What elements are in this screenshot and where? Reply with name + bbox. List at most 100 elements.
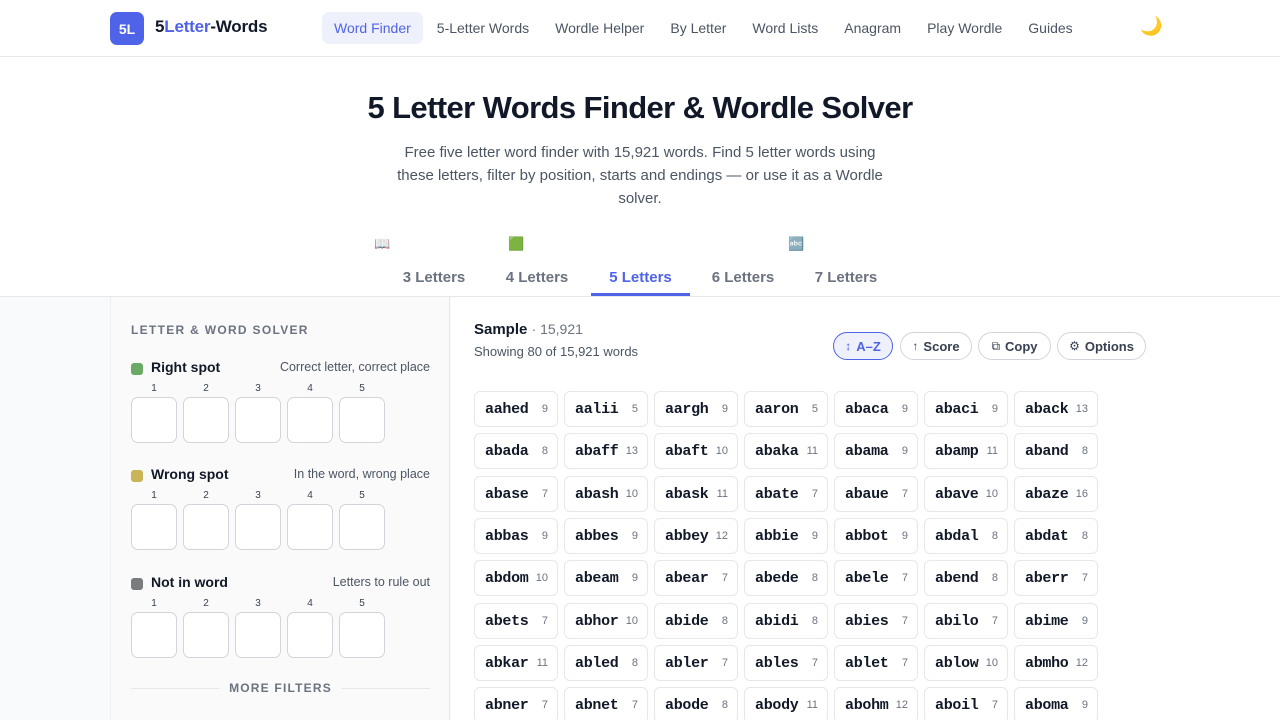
dark-mode-toggle-icon[interactable]: 🌙 <box>1140 16 1162 37</box>
tab-5-letters[interactable]: 5 Letters <box>591 258 690 296</box>
word-tile[interactable]: aboma 9 <box>1014 687 1098 720</box>
word-tile[interactable]: abaue 7 <box>834 475 918 512</box>
word-tile[interactable]: aahed 9 <box>474 391 558 427</box>
word-tile[interactable]: abner 7 <box>474 687 558 720</box>
word-tile[interactable]: abies 7 <box>834 602 918 639</box>
more-filters-divider[interactable]: MORE FILTERS <box>131 681 430 695</box>
word-tile[interactable]: abate 7 <box>744 475 828 512</box>
letter-input[interactable] <box>183 397 229 443</box>
word-tile[interactable]: abler 7 <box>654 644 738 681</box>
nav-word-lists[interactable]: Word Lists <box>740 12 830 44</box>
more-filters-label[interactable]: MORE FILTERS <box>219 681 342 695</box>
word-tile[interactable]: abidi 8 <box>744 602 828 639</box>
letter-input[interactable] <box>131 612 177 658</box>
word-tile[interactable]: aargh 9 <box>654 391 738 427</box>
tab-7-letters[interactable]: 7 Letters <box>807 258 885 296</box>
word-tile[interactable]: ablet 7 <box>834 644 918 681</box>
word-tile[interactable]: abhor 10 <box>564 602 648 639</box>
word-tile[interactable]: abilo 7 <box>924 602 1008 639</box>
nav-5-letter-words[interactable]: 5-Letter Words <box>425 12 541 44</box>
word-text: aband <box>1025 443 1069 461</box>
word-tile[interactable]: abaca 9 <box>834 391 918 427</box>
word-tile[interactable]: abide 8 <box>654 602 738 639</box>
word-tile[interactable]: abamp 11 <box>924 433 1008 470</box>
word-tile[interactable]: abdat 8 <box>1014 517 1098 554</box>
word-tile[interactable]: abash 10 <box>564 475 648 512</box>
word-tile[interactable]: abele 7 <box>834 560 918 597</box>
word-tile[interactable]: abled 8 <box>564 644 648 681</box>
sort-score-button[interactable]: ↑ Score <box>900 332 972 360</box>
word-tile[interactable]: abend 8 <box>924 560 1008 597</box>
word-tile[interactable]: abada 8 <box>474 433 558 470</box>
word-tile[interactable]: aback 13 <box>1014 391 1098 427</box>
word-text: abody <box>755 697 799 715</box>
word-tile[interactable]: abkar 11 <box>474 644 558 681</box>
word-tile[interactable]: abbas 9 <box>474 517 558 554</box>
letter-input[interactable] <box>131 397 177 443</box>
nav-guides[interactable]: Guides <box>1016 12 1084 44</box>
tab-4-letters[interactable]: 4 Letters <box>498 258 576 296</box>
logo-badge[interactable]: 5L <box>110 12 144 45</box>
word-tile[interactable]: abaci 9 <box>924 391 1008 427</box>
copy-button[interactable]: ⧉ Copy <box>978 332 1051 360</box>
nav-wordle-helper[interactable]: Wordle Helper <box>543 12 656 44</box>
word-tile[interactable]: abeam 9 <box>564 560 648 597</box>
word-tile[interactable]: abede 8 <box>744 560 828 597</box>
word-tile[interactable]: abaft 10 <box>654 433 738 470</box>
word-tile[interactable]: ablow 10 <box>924 644 1008 681</box>
letter-input[interactable] <box>339 504 385 550</box>
letter-input[interactable] <box>235 397 281 443</box>
word-tile[interactable]: abask 11 <box>654 475 738 512</box>
word-tile[interactable]: abama 9 <box>834 433 918 470</box>
word-tile[interactable]: aboil 7 <box>924 687 1008 720</box>
letter-input[interactable] <box>235 612 281 658</box>
letter-input[interactable] <box>183 612 229 658</box>
letter-input[interactable] <box>183 504 229 550</box>
options-button[interactable]: ⚙ Options <box>1057 332 1146 360</box>
word-tile[interactable]: abbie 9 <box>744 517 828 554</box>
letter-input[interactable] <box>235 504 281 550</box>
word-tile[interactable]: abaka 11 <box>744 433 828 470</box>
sort-az-button[interactable]: ↕ A–Z <box>833 332 893 360</box>
word-tile[interactable]: aband 8 <box>1014 433 1098 470</box>
letter-input[interactable] <box>287 397 333 443</box>
word-tile[interactable]: abets 7 <box>474 602 558 639</box>
word-tile[interactable]: abdal 8 <box>924 517 1008 554</box>
word-tile[interactable]: abime 9 <box>1014 602 1098 639</box>
nav-by-letter[interactable]: By Letter <box>658 12 738 44</box>
word-tile[interactable]: abave 10 <box>924 475 1008 512</box>
tab-6-letters[interactable]: 6 Letters <box>704 258 782 296</box>
word-tile[interactable]: abbey 12 <box>654 517 738 554</box>
word-tile[interactable]: ables 7 <box>744 644 828 681</box>
word-score: 10 <box>625 614 638 627</box>
word-score: 16 <box>1075 487 1088 500</box>
yellow-dot <box>131 470 143 482</box>
word-tile[interactable]: aaron 5 <box>744 391 828 427</box>
word-tile[interactable]: abmho 12 <box>1014 644 1098 681</box>
word-tile[interactable]: aalii 5 <box>564 391 648 427</box>
tab-3-letters[interactable]: 3 Letters <box>395 258 473 296</box>
site-logo-text[interactable]: 5Letter-Words <box>155 17 268 37</box>
word-tile[interactable]: abohm 12 <box>834 687 918 720</box>
nav-word-finder[interactable]: Word Finder <box>322 12 423 44</box>
letter-input[interactable] <box>131 504 177 550</box>
word-score: 7 <box>541 487 548 500</box>
letter-input[interactable] <box>287 612 333 658</box>
letter-input[interactable] <box>339 612 385 658</box>
word-tile[interactable]: aberr 7 <box>1014 560 1098 597</box>
word-tile[interactable]: abbes 9 <box>564 517 648 554</box>
word-tile[interactable]: abode 8 <box>654 687 738 720</box>
nav-anagram[interactable]: Anagram <box>832 12 913 44</box>
word-tile[interactable]: abnet 7 <box>564 687 648 720</box>
word-tile[interactable]: abase 7 <box>474 475 558 512</box>
word-tile[interactable]: abear 7 <box>654 560 738 597</box>
word-tile[interactable]: abdom 10 <box>474 560 558 597</box>
letter-input[interactable] <box>339 397 385 443</box>
word-tile[interactable]: abaff 13 <box>564 433 648 470</box>
word-tile[interactable]: abaze 16 <box>1014 475 1098 512</box>
word-tile[interactable]: abbot 9 <box>834 517 918 554</box>
letter-input[interactable] <box>287 504 333 550</box>
results-count: · 15,921 <box>531 321 583 337</box>
word-tile[interactable]: abody 11 <box>744 687 828 720</box>
nav-play-wordle[interactable]: Play Wordle <box>915 12 1014 44</box>
